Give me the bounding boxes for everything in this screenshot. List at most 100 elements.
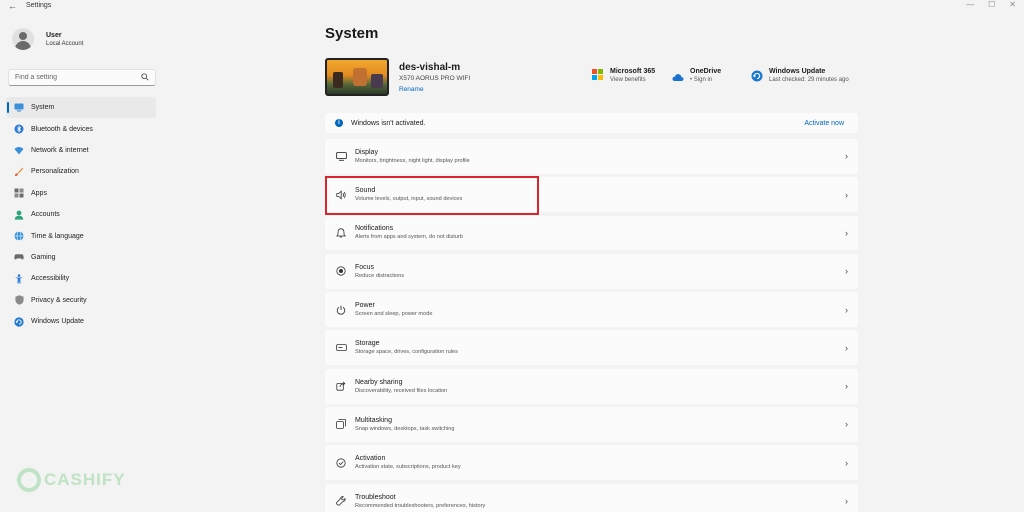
device-name: des-vishal-m: [399, 61, 461, 73]
setting-title: Power: [355, 302, 375, 310]
info-icon: i: [335, 119, 343, 127]
search-input[interactable]: [15, 74, 135, 81]
chevron-right-icon: ›: [845, 342, 848, 353]
sidebar-item-privacy[interactable]: Privacy & security: [6, 290, 156, 311]
focus-icon: [335, 265, 347, 277]
brush-icon: [14, 167, 24, 177]
setting-subtitle: Monitors, brightness, night light, displ…: [355, 157, 470, 164]
sidebar-item-accounts[interactable]: Accounts: [6, 204, 156, 225]
sidebar-item-label: Gaming: [31, 253, 56, 261]
setting-title: Sound: [355, 187, 376, 195]
setting-notifications[interactable]: Notifications Alerts from apps and system…: [325, 215, 858, 251]
setting-multitasking[interactable]: Multitasking Snap windows, desktops, task…: [325, 407, 858, 442]
sidebar-item-label: Apps: [31, 189, 47, 197]
title-bar: ← Settings — ☐ ✕: [0, 0, 1024, 14]
power-icon: [335, 304, 347, 316]
sidebar-item-label: Accessibility: [31, 275, 70, 283]
setting-subtitle: Recommended troubleshooters, preferences…: [355, 502, 486, 509]
service-title: Windows Update: [769, 68, 826, 75]
sidebar-item-windows-update[interactable]: Windows Update: [6, 311, 156, 332]
user-name: User: [46, 31, 62, 39]
setting-title: Multitasking: [355, 416, 392, 424]
setting-storage[interactable]: Storage Storage space, drives, configurat…: [325, 330, 858, 366]
setting-activation[interactable]: Activation Activation state, subscription…: [325, 445, 858, 481]
sidebar-item-time-language[interactable]: Time & language: [6, 225, 156, 246]
check-circle-icon: [335, 457, 347, 469]
update-icon: [14, 316, 24, 327]
onedrive-card[interactable]: OneDrive • Sign in: [672, 68, 721, 83]
cashify-watermark: CASHIFY: [17, 468, 126, 492]
search-icon[interactable]: [141, 72, 149, 83]
avatar: [12, 28, 34, 50]
share-icon: [335, 380, 347, 392]
back-arrow-icon[interactable]: ←: [8, 1, 17, 11]
sidebar-item-system[interactable]: System: [6, 97, 156, 119]
desktop-wallpaper-thumbnail: [325, 58, 389, 96]
service-title: Microsoft 365: [610, 68, 656, 75]
gamepad-icon: [14, 252, 24, 262]
shield-icon: [14, 295, 24, 306]
search-box[interactable]: [8, 69, 156, 86]
chevron-right-icon: ›: [845, 151, 848, 162]
sidebar-item-personalization[interactable]: Personalization: [6, 161, 156, 182]
setting-sound[interactable]: Sound Volume levels, output, input, sound…: [325, 177, 858, 213]
setting-nearby-sharing[interactable]: Nearby sharing Discoverability, received …: [325, 368, 858, 404]
setting-power[interactable]: Power Screen and sleep, power mode ›: [325, 292, 858, 327]
watermark-text: CASHIFY: [44, 470, 126, 489]
sidebar-item-bluetooth[interactable]: Bluetooth & devices: [6, 118, 156, 139]
windows-update-card[interactable]: Windows Update Last checked: 29 minutes …: [751, 68, 849, 83]
service-subtitle: • Sign in: [690, 77, 713, 83]
sidebar-item-label: Privacy & security: [31, 296, 87, 304]
close-icon[interactable]: ✕: [1009, 0, 1016, 9]
setting-subtitle: Screen and sleep, power mode: [355, 311, 433, 318]
sidebar-item-accessibility[interactable]: Accessibility: [6, 268, 156, 289]
microsoft-logo-icon: [592, 69, 604, 81]
sidebar-item-label: Network & internet: [31, 146, 89, 154]
chevron-right-icon: ›: [845, 381, 848, 392]
activate-now-link[interactable]: Activate now: [804, 120, 844, 127]
sidebar-item-label: System: [31, 104, 55, 112]
setting-troubleshoot[interactable]: Troubleshoot Recommended troubleshooters,…: [325, 483, 858, 512]
microsoft-365-card[interactable]: Microsoft 365 View benefits: [592, 68, 655, 83]
setting-focus[interactable]: Focus Reduce distractions ›: [325, 253, 858, 289]
multitasking-icon: [335, 418, 347, 430]
maximize-icon[interactable]: ☐: [988, 0, 995, 9]
sidebar-item-label: Personalization: [31, 168, 79, 176]
wrench-icon: [335, 495, 347, 507]
sidebar-item-network[interactable]: Network & internet: [6, 140, 156, 161]
page-title: System: [325, 25, 379, 42]
monitor-icon: [14, 103, 24, 113]
setting-title: Storage: [355, 340, 380, 348]
setting-display[interactable]: Display Monitors, brightness, night light…: [325, 139, 858, 174]
apps-icon: [14, 188, 24, 198]
setting-subtitle: Alerts from apps and system, do not dist…: [355, 234, 463, 241]
bluetooth-icon: [14, 124, 24, 134]
chevron-right-icon: ›: [845, 419, 848, 430]
sidebar-nav: System Bluetooth & devices Network & int…: [6, 97, 156, 332]
window-controls: — ☐ ✕: [966, 0, 1016, 9]
chevron-right-icon: ›: [845, 266, 848, 277]
chevron-right-icon: ›: [845, 496, 848, 507]
wifi-icon: [14, 145, 24, 155]
setting-title: Display: [355, 148, 378, 156]
globe-clock-icon: [14, 231, 24, 241]
service-subtitle: View benefits: [610, 77, 646, 83]
setting-subtitle: Activation state, subscriptions, product…: [355, 464, 461, 471]
setting-subtitle: Reduce distractions: [355, 272, 405, 279]
minimize-icon[interactable]: —: [966, 0, 974, 9]
sidebar-item-label: Windows Update: [31, 318, 84, 326]
update-icon: [751, 69, 763, 82]
setting-title: Nearby sharing: [355, 378, 403, 386]
sidebar-item-apps[interactable]: Apps: [6, 183, 156, 204]
sidebar-item-gaming[interactable]: Gaming: [6, 247, 156, 268]
cloud-icon: [672, 69, 684, 81]
rename-link[interactable]: Rename: [399, 86, 470, 93]
setting-title: Notifications: [355, 225, 394, 233]
setting-subtitle: Volume levels, output, input, sound devi…: [355, 196, 463, 203]
cashify-logo-icon: [17, 468, 41, 492]
storage-icon: [335, 342, 347, 354]
user-profile[interactable]: User Local Account: [12, 28, 83, 50]
user-account-type: Local Account: [46, 40, 84, 47]
sidebar-item-label: Time & language: [31, 232, 84, 240]
person-icon: [14, 210, 24, 220]
